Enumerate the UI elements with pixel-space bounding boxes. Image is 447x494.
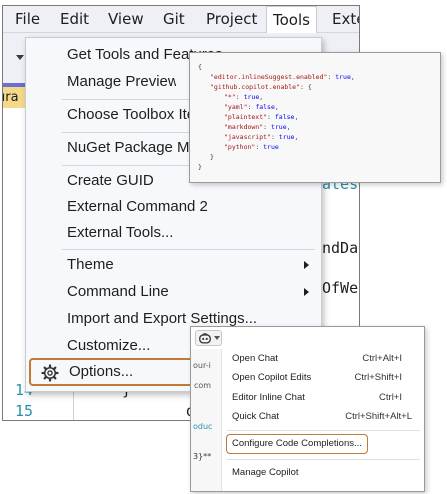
menu-edit[interactable]: Edit	[60, 6, 89, 33]
background-code-fragment: com	[194, 381, 212, 390]
json-value: false	[255, 103, 275, 111]
json-line: "plaintext": false,	[224, 113, 299, 121]
line-number: 15	[15, 402, 34, 420]
submenu-arrow-icon	[304, 261, 309, 269]
menu-file[interactable]: File	[15, 6, 40, 33]
background-code-fragment: 3}**	[193, 452, 212, 461]
copilot-item-shortcut: Ctrl+Shift+I	[354, 372, 402, 383]
copilot-item-label: Quick Chat	[232, 411, 279, 422]
menu-item-label: Theme	[67, 256, 114, 273]
json-value: true	[243, 93, 260, 101]
copilot-item-quick-chat[interactable]: Quick Chat Ctrl+Shift+Alt+L	[223, 407, 424, 426]
menu-item-nuget-package-manager[interactable]: NuGet Package Manager	[26, 135, 192, 161]
copilot-item-open-copilot-edits[interactable]: Open Copilot Edits Ctrl+Shift+I	[223, 368, 424, 387]
copilot-item-configure-code-completions[interactable]: Configure Code Completions...	[226, 434, 368, 454]
copilot-menu: Open Chat Ctrl+Alt+I Open Copilot Edits …	[223, 346, 424, 491]
menu-item-choose-toolbox-items[interactable]: Choose Toolbox Items...	[26, 102, 192, 128]
copilot-item-label: Open Copilot Edits	[232, 372, 312, 383]
json-line: {	[198, 63, 202, 71]
json-line: "markdown": true,	[224, 123, 291, 131]
json-key: "markdown"	[224, 123, 264, 131]
document-tab[interactable]: ura	[3, 87, 25, 108]
menu-extensions[interactable]: Exte	[332, 6, 359, 33]
json-key: "javascript"	[224, 133, 271, 141]
submenu-arrow-icon	[304, 288, 309, 296]
json-key: "editor.inlineSuggest.enabled"	[210, 73, 328, 81]
menu-item-label: Command Line	[67, 283, 169, 300]
json-value: true	[263, 143, 279, 151]
json-key: "plaintext"	[224, 113, 268, 121]
menu-tools[interactable]: Tools	[266, 6, 317, 34]
background-code-fragment: oduc	[193, 422, 213, 431]
json-value: true	[270, 123, 287, 131]
json-key: "python"	[224, 143, 256, 151]
gear-icon	[41, 364, 59, 382]
copilot-icon	[199, 333, 211, 344]
json-line: "javascript": true,	[224, 133, 299, 141]
code-fragment: ndDat	[322, 239, 359, 257]
json-key: "yaml"	[224, 103, 248, 111]
copilot-menu-separator	[227, 430, 420, 431]
menu-item-external-command-2[interactable]: External Command 2	[26, 194, 321, 220]
copilot-popup: our-i com oduc 3}** Open Chat Ctrl+Alt+I…	[190, 326, 425, 492]
copilot-item-manage-copilot[interactable]: Manage Copilot	[223, 463, 424, 482]
menu-item-command-line[interactable]: Command Line	[26, 279, 321, 305]
copilot-item-shortcut: Ctrl+Alt+I	[362, 353, 402, 364]
json-value: true	[335, 73, 351, 81]
copilot-badge-button[interactable]	[195, 330, 222, 346]
json-line: "python": true	[224, 143, 279, 151]
json-line: "github.copilot.enable": {	[210, 83, 312, 91]
copilot-item-label: Manage Copilot	[232, 467, 299, 478]
copilot-item-editor-inline-chat[interactable]: Editor Inline Chat Ctrl+I	[223, 388, 424, 407]
json-key: "*"	[224, 93, 236, 101]
json-key: "github.copilot.enable"	[210, 83, 301, 91]
settings-json-panel: { "editor.inlineSuggest.enabled": true, …	[189, 52, 441, 183]
toolbar-dropdown-icon[interactable]	[16, 55, 24, 60]
menu-project[interactable]: Project	[206, 6, 257, 33]
menu-item-label: Options...	[69, 363, 134, 380]
json-line: }	[210, 153, 214, 161]
menu-view[interactable]: View	[108, 6, 144, 33]
copilot-item-label: Editor Inline Chat	[232, 392, 305, 403]
json-line: "yaml": false,	[224, 103, 279, 111]
copilot-item-shortcut: Ctrl+I	[379, 392, 402, 403]
copilot-item-label: Open Chat	[232, 353, 278, 364]
code-fragment: OfWee	[322, 279, 359, 297]
json-line: "*": true,	[224, 93, 264, 101]
background-code-fragment: our-i	[193, 361, 211, 370]
json-line: "editor.inlineSuggest.enabled": true,	[210, 73, 355, 81]
chevron-down-icon	[214, 336, 220, 340]
menu-item-manage-preview-features[interactable]: Manage Preview Features	[26, 69, 176, 95]
menu-bar: File Edit View Git Project Tools Exte	[3, 6, 359, 34]
json-line: }	[198, 163, 202, 171]
copilot-item-shortcut: Ctrl+Shift+Alt+L	[345, 411, 412, 422]
menu-item-theme[interactable]: Theme	[26, 252, 321, 278]
copilot-item-open-chat[interactable]: Open Chat Ctrl+Alt+I	[223, 349, 424, 368]
menu-separator	[62, 249, 315, 250]
copilot-menu-separator	[227, 459, 420, 460]
menu-git[interactable]: Git	[163, 6, 185, 33]
json-value: true	[278, 133, 295, 141]
menu-item-external-tools[interactable]: External Tools...	[26, 220, 321, 246]
editor-background-strip	[191, 349, 222, 491]
json-value: false	[274, 113, 295, 121]
copilot-item-label: Configure Code Completions...	[232, 438, 362, 449]
